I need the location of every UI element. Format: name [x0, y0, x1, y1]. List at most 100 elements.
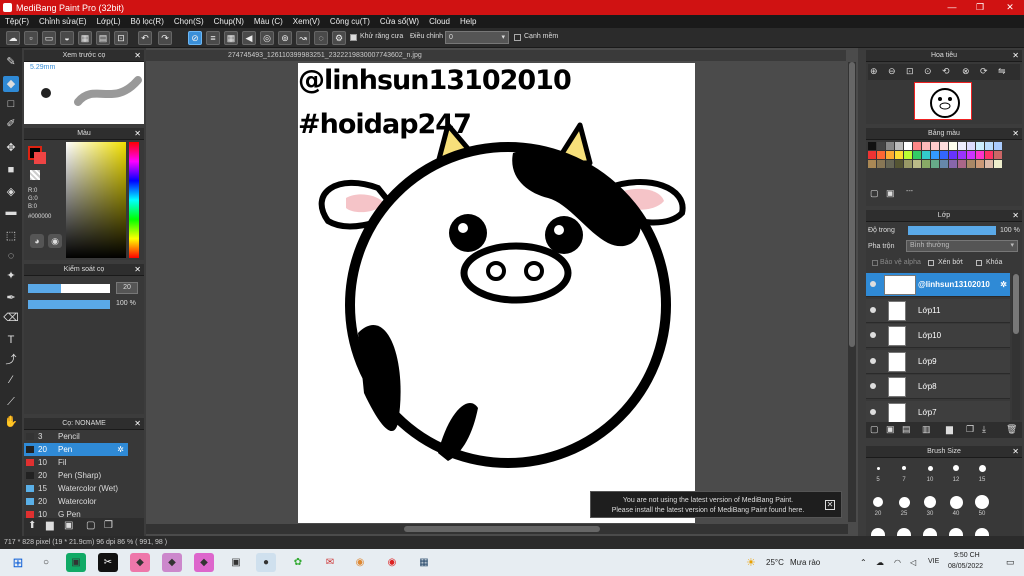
saturation-value-box[interactable]: [66, 142, 126, 258]
menu-item[interactable]: Tệp(F): [0, 17, 34, 26]
close-icon[interactable]: ✕: [134, 50, 141, 62]
camera-icon[interactable]: ▣: [226, 553, 246, 572]
color-swatch[interactable]: [877, 151, 885, 159]
color-swatch[interactable]: [985, 142, 993, 150]
close-icon[interactable]: ✕: [825, 500, 835, 510]
chat-icon[interactable]: ▭: [42, 31, 56, 45]
grid-icon[interactable]: ▦: [78, 31, 92, 45]
color-swatch[interactable]: [922, 151, 930, 159]
clock-date[interactable]: 08/05/2022: [948, 563, 983, 570]
cloud-icon[interactable]: ☁: [6, 31, 20, 45]
select-tool-icon[interactable]: ⬚: [3, 228, 19, 244]
add-folder-icon[interactable]: ▆: [46, 520, 54, 531]
color-swatch[interactable]: [976, 160, 984, 168]
vertical-scrollbar[interactable]: [848, 62, 856, 522]
move-tool-icon[interactable]: ✥: [3, 140, 19, 156]
color-swatch[interactable]: [940, 142, 948, 150]
calculator-icon[interactable]: ▦: [414, 553, 434, 572]
menu-item[interactable]: Màu (C): [249, 17, 288, 26]
undo-icon[interactable]: ↶: [138, 31, 152, 45]
color-swatch[interactable]: [985, 160, 993, 168]
color-swatch[interactable]: [940, 160, 948, 168]
color-swatch[interactable]: [931, 151, 939, 159]
menu-item[interactable]: Cửa sổ(W): [375, 17, 424, 26]
eye-icon[interactable]: [870, 408, 876, 415]
snap-settings-icon[interactable]: ⚙: [332, 31, 346, 45]
navigator-thumbnail[interactable]: [914, 82, 972, 120]
eye-icon[interactable]: [870, 383, 876, 389]
layer-opacity-slider[interactable]: [908, 226, 996, 235]
delete-layer-icon[interactable]: 🗑: [1006, 424, 1017, 435]
color-swatch[interactable]: [895, 151, 903, 159]
pencil-tool-icon[interactable]: ✐: [3, 116, 19, 132]
snap-curve-icon[interactable]: ↝: [296, 31, 310, 45]
brush-size-dot[interactable]: [876, 466, 880, 470]
select-pen-icon[interactable]: ✒: [3, 290, 19, 306]
zoom-out-icon[interactable]: ⊖: [888, 66, 896, 77]
brush-size-dot[interactable]: [978, 464, 986, 472]
eyedropper-icon[interactable]: ⁄: [3, 372, 19, 388]
color-swatch[interactable]: [967, 142, 975, 150]
layer-row[interactable]: @linhsun13102010 ✲: [866, 273, 1010, 297]
color-swatch[interactable]: [922, 142, 930, 150]
layer-menu-icon[interactable]: ▥: [922, 424, 931, 435]
brush-list-item[interactable]: 20 Pen (Sharp): [24, 469, 128, 482]
blend-select[interactable]: Bình thường ▾: [906, 240, 1018, 252]
color-swatch[interactable]: [949, 160, 957, 168]
lock-checkbox[interactable]: [976, 260, 982, 266]
merge-layer-icon[interactable]: ⤓: [982, 424, 986, 435]
color-swatch[interactable]: [886, 151, 894, 159]
color-swatch[interactable]: [958, 160, 966, 168]
brush-size-dot[interactable]: [924, 496, 936, 508]
color-swatch[interactable]: [877, 160, 885, 168]
transparent-color[interactable]: [30, 170, 40, 180]
copy-icon[interactable]: ❐: [104, 520, 113, 531]
minimize-icon[interactable]: —: [938, 0, 966, 15]
color-swatch[interactable]: [913, 142, 921, 150]
menu-item[interactable]: Lớp(L): [92, 17, 126, 26]
layer-row[interactable]: Lớp8: [866, 375, 1010, 399]
color-swatch[interactable]: [904, 151, 912, 159]
divide-tool-icon[interactable]: ⟋: [3, 394, 19, 410]
menu-item[interactable]: Bộ lọc(R): [126, 17, 169, 26]
eye-icon[interactable]: [870, 332, 876, 338]
eye-icon[interactable]: [870, 281, 876, 287]
close-icon[interactable]: ✕: [134, 418, 141, 430]
fit-icon[interactable]: ⊡: [906, 66, 914, 77]
brush-size-dot[interactable]: [953, 465, 959, 471]
color-swatch[interactable]: [868, 142, 876, 150]
layer-row[interactable]: Lớp9: [866, 349, 1010, 374]
picker-icon[interactable]: ◉: [48, 234, 62, 248]
color-swatch[interactable]: [985, 151, 993, 159]
color-swatch[interactable]: [868, 160, 876, 168]
dot-tool-icon[interactable]: □: [3, 96, 19, 112]
comment-icon[interactable]: ◒: [60, 31, 74, 45]
app-icon-3[interactable]: ◆: [130, 553, 150, 572]
lasso-tool-icon[interactable]: ◌: [3, 248, 19, 264]
new-8bit-layer-icon[interactable]: ▤: [902, 424, 911, 435]
wifi-icon[interactable]: ◠: [894, 558, 901, 567]
canvas-page[interactable]: @linhsun13102010 #hoidap247: [298, 63, 695, 523]
delete-swatch-icon[interactable]: ▣: [886, 188, 895, 199]
snap-parallel-icon[interactable]: ≡: [206, 31, 220, 45]
eye-icon[interactable]: [870, 306, 876, 313]
color-swatch[interactable]: [931, 142, 939, 150]
snap-grid-icon[interactable]: ▦: [224, 31, 238, 45]
rotate-right-icon[interactable]: ⟳: [980, 66, 988, 77]
size-value[interactable]: 20: [116, 282, 138, 294]
close-icon[interactable]: ✕: [1012, 50, 1019, 62]
brush-list-item[interactable]: 20 Watercolor: [24, 495, 128, 508]
horizontal-scrollbar[interactable]: [146, 524, 848, 534]
actual-size-icon[interactable]: ⊙: [924, 66, 932, 77]
menu-item[interactable]: Help: [455, 17, 481, 26]
color-swatch[interactable]: [913, 160, 921, 168]
brush-size-dot[interactable]: [902, 466, 906, 470]
app-icon-11[interactable]: ◉: [382, 553, 402, 572]
duplicate-layer-icon[interactable]: ❐: [966, 424, 974, 435]
color-swatch[interactable]: [895, 160, 903, 168]
eraser-tool-icon[interactable]: ◆: [3, 76, 19, 92]
brush-list-item[interactable]: 3 Pencil: [24, 430, 128, 443]
notification-icon[interactable]: ▭: [1006, 557, 1015, 568]
tray-cloud-icon[interactable]: ☁: [876, 558, 884, 567]
color-swatch[interactable]: [886, 160, 894, 168]
